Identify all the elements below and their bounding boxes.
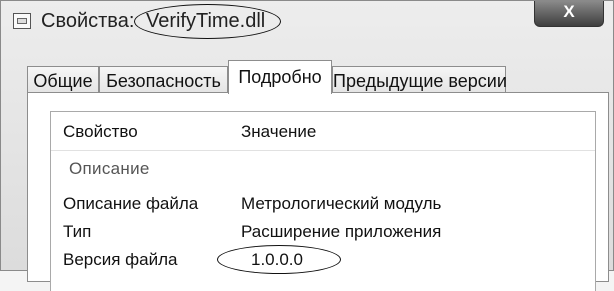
tab-details[interactable]: Подробно (228, 60, 332, 94)
tab-panel-details: Свойство Значение Описание Описание файл… (27, 92, 609, 291)
property-value: Метрологический модуль (241, 194, 442, 213)
column-header-value[interactable]: Значение (241, 122, 316, 142)
title-prefix: Свойства: (41, 10, 135, 32)
document-icon (13, 13, 31, 29)
properties-window: Свойства: VerifyTime.dll X Общие Безопас… (0, 0, 614, 291)
property-name: Тип (63, 222, 92, 241)
close-icon: X (563, 2, 575, 21)
title-filename: VerifyTime.dll (133, 4, 282, 39)
tab-general[interactable]: Общие (27, 66, 99, 94)
column-header-row: Свойство Значение (51, 112, 595, 151)
file-version-value: 1.0.0.0 (217, 245, 341, 274)
property-name: Версия файла (63, 250, 178, 269)
list-item[interactable]: Описание файла Метрологический модуль (51, 192, 595, 218)
window-title: Свойства: VerifyTime.dll (41, 4, 282, 39)
title-bar[interactable]: Свойства: VerifyTime.dll X (1, 1, 613, 45)
list-item[interactable]: Версия файла 1.0.0.0 (51, 245, 595, 274)
tab-previous-versions[interactable]: Предыдущие версии (332, 66, 507, 94)
details-list[interactable]: Свойство Значение Описание Описание файл… (50, 111, 596, 291)
group-title-description: Описание (69, 159, 150, 178)
column-header-property[interactable]: Свойство (63, 122, 138, 142)
list-item[interactable]: Тип Расширение приложения (51, 220, 595, 246)
tab-security[interactable]: Безопасность (99, 66, 228, 94)
close-button[interactable]: X (534, 1, 604, 27)
tab-strip: Общие Безопасность Подробно Предыдущие в… (27, 60, 614, 94)
property-name: Описание файла (63, 194, 199, 213)
property-value: 1.0.0.0 (217, 245, 341, 274)
property-value: Расширение приложения (241, 222, 442, 241)
